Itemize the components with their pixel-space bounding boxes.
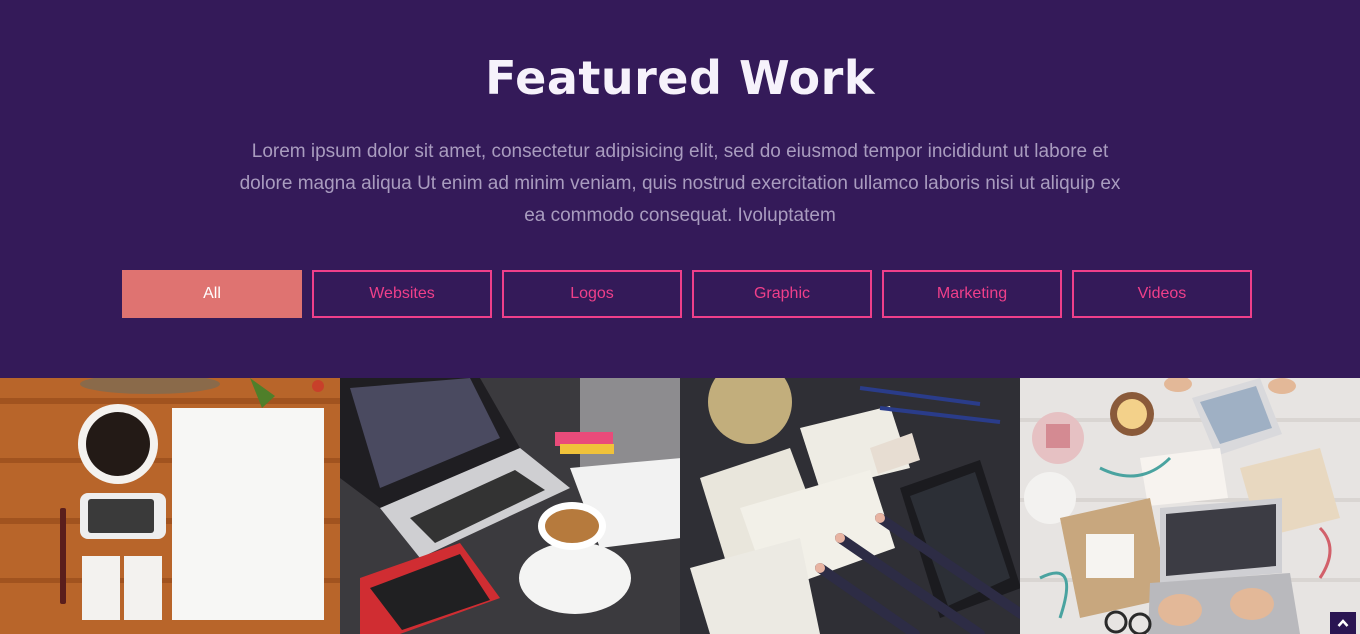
section-title: Featured Work xyxy=(485,51,875,105)
gallery-item-stationery[interactable] xyxy=(0,378,340,634)
gallery-item-wireframes[interactable] xyxy=(680,378,1020,634)
wireframes-photo xyxy=(680,378,1020,634)
filter-websites-button[interactable]: Websites xyxy=(312,270,492,318)
workspace-laptop-photo xyxy=(1020,378,1360,634)
featured-work-section: Featured Work Lorem ipsum dolor sit amet… xyxy=(0,0,1360,634)
gallery-item-laptop-coffee[interactable] xyxy=(340,378,680,634)
filter-bar: All Websites Logos Graphic Marketing Vid… xyxy=(122,270,1252,318)
filter-videos-button[interactable]: Videos xyxy=(1072,270,1252,318)
filter-graphic-button[interactable]: Graphic xyxy=(692,270,872,318)
filter-marketing-button[interactable]: Marketing xyxy=(882,270,1062,318)
scroll-to-top-button[interactable] xyxy=(1330,612,1356,634)
chevron-up-icon xyxy=(1337,619,1349,627)
portfolio-gallery xyxy=(0,378,1360,634)
filter-all-button[interactable]: All xyxy=(122,270,302,318)
gallery-item-workspace-laptop[interactable] xyxy=(1020,378,1360,634)
section-intro: Lorem ipsum dolor sit amet, consectetur … xyxy=(239,141,1121,226)
filter-logos-button[interactable]: Logos xyxy=(502,270,682,318)
stationery-photo xyxy=(0,378,340,634)
laptop-coffee-photo xyxy=(340,378,680,634)
